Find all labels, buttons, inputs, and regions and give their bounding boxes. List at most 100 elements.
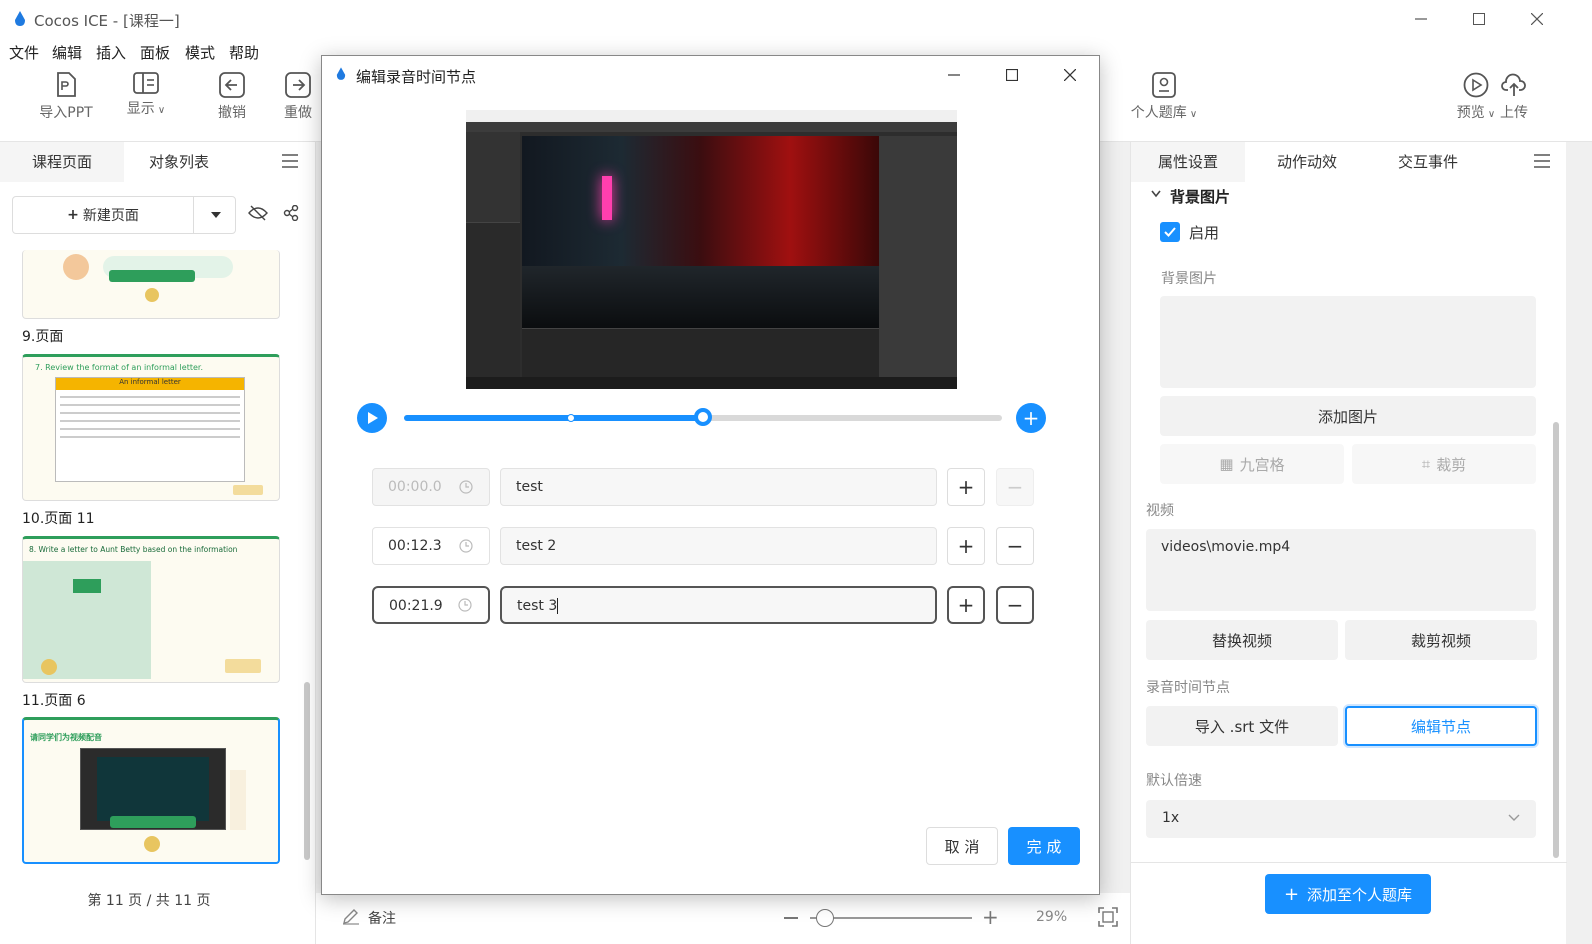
node-text-field-2[interactable]: test 2: [500, 527, 937, 565]
time-node-marker[interactable]: [567, 414, 575, 422]
menu-edit[interactable]: 编辑: [52, 42, 82, 63]
fit-screen-icon[interactable]: [1098, 907, 1118, 927]
left-scrollbar[interactable]: [304, 682, 310, 860]
thumb-side-stats: [230, 770, 246, 830]
plus-icon: +: [1022, 406, 1040, 430]
dialog-maximize-button[interactable]: [983, 56, 1041, 94]
speed-value: 1x: [1162, 810, 1180, 826]
play-button[interactable]: [357, 403, 387, 433]
bg-image-preview[interactable]: [1160, 296, 1536, 388]
progress-thumb[interactable]: [694, 408, 712, 426]
personal-bank-button[interactable]: 个人题库 ∨: [1124, 72, 1204, 122]
mic-icon: [41, 659, 57, 675]
time-value: 00:21.9: [389, 598, 443, 614]
share-icon[interactable]: [283, 205, 299, 221]
menu-mode[interactable]: 模式: [185, 42, 215, 63]
new-page-dropdown[interactable]: [193, 197, 237, 233]
ppt-file-icon: [57, 72, 76, 97]
page-thumbnail-selected[interactable]: 请同学们为视频配音: [22, 717, 280, 864]
done-button[interactable]: 完 成: [1008, 827, 1080, 865]
speed-select[interactable]: 1x: [1146, 800, 1536, 838]
video-frame-inspector: [879, 136, 957, 377]
add-row-button-2[interactable]: +: [947, 527, 985, 565]
page-label-11: 11.页面 6: [22, 693, 86, 709]
zoom-out-icon[interactable]: [784, 917, 798, 919]
close-button[interactable]: [1508, 0, 1566, 38]
tab-animation[interactable]: 动作动效: [1245, 142, 1369, 182]
replace-video-button[interactable]: 替换视频: [1146, 620, 1338, 660]
dialog-close-button[interactable]: [1041, 56, 1099, 94]
clock-icon: [459, 539, 473, 553]
clock-icon: [458, 598, 472, 612]
undo-icon: [219, 72, 245, 98]
note-label[interactable]: 备注: [368, 908, 396, 928]
add-node-button[interactable]: +: [1016, 403, 1046, 433]
tab-course-pages[interactable]: 课程页面: [0, 142, 124, 182]
page-label-9: 9.页面: [22, 329, 64, 345]
add-image-button[interactable]: 添加图片: [1160, 396, 1536, 436]
import-ppt-button[interactable]: 导入PPT: [26, 72, 106, 122]
dialog-minimize-button[interactable]: [925, 56, 983, 94]
menu-insert[interactable]: 插入: [96, 42, 126, 63]
menu-panel[interactable]: 面板: [140, 42, 170, 63]
display-button[interactable]: 显示 ∨: [106, 72, 186, 118]
edit-nodes-button[interactable]: 编辑节点: [1345, 706, 1537, 746]
cancel-button[interactable]: 取 消: [926, 827, 998, 865]
page-thumbnail-9[interactable]: [22, 250, 280, 319]
maximize-icon: [1473, 13, 1485, 25]
thumb-heading: 请同学们为视频配音: [30, 733, 102, 742]
right-scrollbar[interactable]: [1553, 422, 1559, 858]
add-row-button-3[interactable]: +: [947, 586, 985, 624]
page-thumbnail-10[interactable]: 7. Review the format of an informal lett…: [22, 354, 280, 501]
mic-icon: [145, 288, 159, 302]
remove-row-button-2[interactable]: −: [996, 527, 1034, 565]
note-edit-icon[interactable]: [342, 907, 360, 925]
maximize-button[interactable]: [1450, 0, 1508, 38]
node-text-field-3[interactable]: test 3: [500, 586, 937, 624]
hamburger-menu-icon[interactable]: [282, 154, 298, 168]
upload-button[interactable]: 上传: [1474, 72, 1554, 122]
menu-help[interactable]: 帮助: [229, 42, 259, 63]
zoom-slider-thumb[interactable]: [816, 909, 834, 927]
video-frame-toolbar: [466, 122, 957, 132]
tab-object-list[interactable]: 对象列表: [124, 142, 234, 182]
minimize-button[interactable]: [1392, 0, 1450, 38]
plus-icon: +: [957, 593, 975, 617]
hide-icon[interactable]: [248, 205, 268, 221]
time-field-1: 00:00.0: [372, 468, 490, 506]
bottom-bar: 备注 + 29%: [316, 893, 1130, 944]
chevron-down-icon[interactable]: [1151, 190, 1161, 198]
enable-checkbox[interactable]: [1160, 222, 1180, 242]
nine-grid-button[interactable]: ▦ 九宫格: [1160, 444, 1344, 484]
time-field-2[interactable]: 00:12.3: [372, 527, 490, 565]
remove-row-button-3[interactable]: −: [996, 586, 1034, 624]
remove-row-button-1: −: [996, 468, 1034, 506]
enable-label: 启用: [1189, 224, 1220, 242]
chevron-down-icon: ∨: [154, 105, 166, 116]
node-text-field-1[interactable]: test: [500, 468, 937, 506]
new-page-button[interactable]: + 新建页面: [12, 196, 236, 234]
menu-file[interactable]: 文件: [9, 42, 39, 63]
hamburger-menu-icon[interactable]: [1534, 154, 1550, 168]
zoom-in-icon[interactable]: +: [982, 905, 999, 929]
video-preview[interactable]: [466, 110, 957, 389]
add-to-bank-button[interactable]: + 添加至个人题库: [1265, 874, 1431, 914]
page-label-10: 10.页面 11: [22, 511, 95, 527]
add-row-button-1[interactable]: +: [947, 468, 985, 506]
crop-button[interactable]: ⌗ 裁剪: [1352, 444, 1536, 484]
import-srt-button[interactable]: 导入 .srt 文件: [1146, 706, 1338, 746]
page-thumbnail-11[interactable]: 8. Write a letter to Aunt Betty based on…: [22, 536, 280, 683]
time-field-3[interactable]: 00:21.9: [372, 586, 490, 624]
tab-properties[interactable]: 属性设置: [1131, 142, 1245, 182]
crop-video-button[interactable]: 裁剪视频: [1345, 620, 1537, 660]
app-logo-icon: [336, 67, 346, 81]
tab-events[interactable]: 交互事件: [1369, 142, 1487, 182]
upload-label: 上传: [1500, 105, 1528, 121]
thumb-button: [225, 659, 261, 673]
recording-nodes-label: 录音时间节点: [1146, 680, 1230, 696]
video-frame-taskbar: [466, 377, 957, 389]
minus-icon: −: [1006, 475, 1024, 499]
video-path-textarea[interactable]: videos\movie.mp4: [1146, 529, 1536, 611]
minus-icon: −: [1006, 593, 1024, 617]
zoom-slider-track[interactable]: [810, 917, 972, 919]
